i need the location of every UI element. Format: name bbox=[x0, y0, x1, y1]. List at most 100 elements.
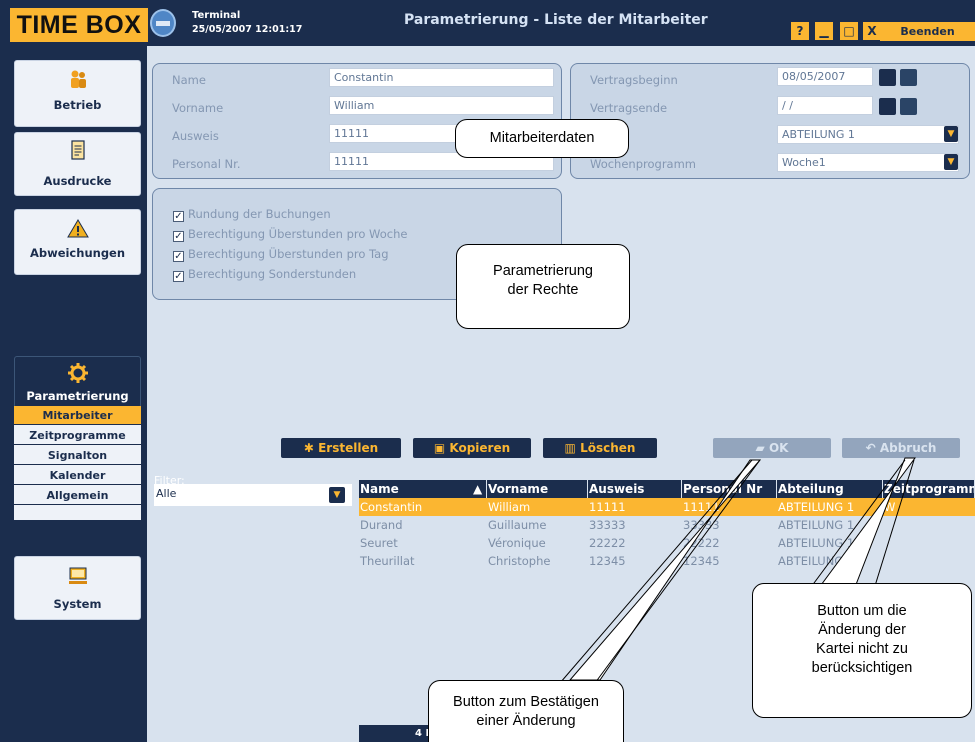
copy-button-label: Kopieren bbox=[449, 441, 511, 455]
cell-personal-nr: 22222 bbox=[683, 536, 720, 550]
callout-cancel-line1: Button um die bbox=[817, 603, 907, 619]
cell-zeitprogramm: W bbox=[884, 500, 896, 514]
vertragsbeginn-field[interactable]: 08/05/2007 bbox=[777, 67, 873, 86]
checkbox[interactable]: ✓ bbox=[173, 231, 184, 242]
name-field[interactable]: Constantin bbox=[329, 68, 554, 87]
edit-icon[interactable] bbox=[900, 69, 917, 86]
column-header-vorname[interactable]: Vorname bbox=[487, 480, 588, 498]
column-header-personal-nr[interactable]: Personal Nr bbox=[682, 480, 777, 498]
page-title: Parametrierung - Liste der Mitarbeiter bbox=[404, 12, 708, 28]
workers-icon bbox=[70, 70, 86, 88]
column-header-zeitprogramm[interactable]: Zeitprogramm bbox=[883, 480, 975, 498]
copy-icon: ▣ bbox=[433, 441, 450, 455]
create-button[interactable]: ✱ Erstellen bbox=[281, 438, 401, 458]
vertragsende-field[interactable]: / / bbox=[777, 96, 873, 115]
subnav-allgemein[interactable]: Allgemein bbox=[14, 486, 141, 505]
column-header-abteilung[interactable]: Abteilung bbox=[777, 480, 883, 498]
nav-betrieb[interactable]: Betrieb bbox=[14, 60, 141, 127]
cell-ausweis: 12345 bbox=[589, 554, 626, 568]
checkbox[interactable]: ✓ bbox=[173, 271, 184, 282]
vertragsbeginn-label: Vertragsbeginn bbox=[590, 73, 678, 87]
cell-vorname: Guillaume bbox=[488, 518, 547, 532]
nav-parametrierung[interactable]: Parametrierung bbox=[14, 356, 141, 408]
chevron-down-icon[interactable]: ▼ bbox=[944, 126, 958, 142]
column-header-ausweis[interactable]: Ausweis bbox=[588, 480, 682, 498]
nav-ausdrucke-label: Ausdrucke bbox=[43, 174, 112, 188]
delete-button[interactable]: ▥ Löschen bbox=[543, 438, 657, 458]
cell-name: Constantin bbox=[360, 500, 423, 514]
minimize-button[interactable]: ▁ bbox=[815, 22, 833, 40]
plus-icon: ✱ bbox=[303, 441, 319, 455]
warning-icon bbox=[66, 219, 89, 238]
subnav-signalton[interactable]: Signalton bbox=[14, 446, 141, 465]
copy-button[interactable]: ▣ Kopieren bbox=[413, 438, 531, 458]
right-rundung[interactable]: ✓ Rundung der Buchungen bbox=[173, 207, 331, 222]
callout-rights-line1: Parametrierung bbox=[493, 263, 593, 279]
calendar-icon[interactable] bbox=[879, 98, 896, 115]
checkbox[interactable]: ✓ bbox=[173, 251, 184, 262]
wochenprogramm-label: Wochenprogramm bbox=[590, 157, 696, 171]
cell-abteilung: ABTEILUNG 1 bbox=[778, 536, 855, 550]
nav-system[interactable]: System bbox=[14, 556, 141, 620]
create-button-label: Erstellen bbox=[318, 441, 379, 455]
subnav-zeitprogramme[interactable]: Zeitprogramme bbox=[14, 426, 141, 445]
maximize-button[interactable]: □ bbox=[840, 22, 858, 40]
cell-personal-nr: 33333 bbox=[683, 518, 720, 532]
callout-confirm-line1: Button zum Bestätigen bbox=[453, 694, 599, 710]
chevron-down-icon[interactable]: ▼ bbox=[329, 487, 345, 503]
quit-button[interactable]: Beenden bbox=[880, 22, 975, 41]
callout-rights-line2: der Rechte bbox=[507, 282, 579, 298]
gear-icon bbox=[67, 363, 88, 383]
sidebar: Betrieb Ausdrucke Abweichungen Parametri… bbox=[0, 46, 147, 742]
cell-ausweis: 11111 bbox=[589, 500, 626, 514]
callout-cancel-line4: berücksichtigen bbox=[811, 660, 913, 676]
edit-icon[interactable] bbox=[900, 98, 917, 115]
right-sonderstunden[interactable]: ✓ Berechtigung Sonderstunden bbox=[173, 267, 356, 282]
chevron-down-icon[interactable]: ▼ bbox=[944, 154, 958, 170]
terminal-datetime: 25/05/2007 12:01:17 bbox=[192, 24, 303, 35]
checkbox[interactable]: ✓ bbox=[173, 211, 184, 222]
right-ueberstunden-tag[interactable]: ✓ Berechtigung Überstunden pro Tag bbox=[173, 247, 389, 262]
filter-select[interactable]: Alle bbox=[154, 484, 352, 506]
subnav-mitarbeiter[interactable]: Mitarbeiter bbox=[14, 406, 141, 425]
computer-icon bbox=[68, 567, 87, 584]
subnav-kalender[interactable]: Kalender bbox=[14, 466, 141, 485]
table-row[interactable]: Seuret Véronique 22222 22222 ABTEILUNG 1 bbox=[359, 534, 975, 552]
table-row[interactable]: Constantin William 11111 11111 ABTEILUNG… bbox=[359, 498, 975, 516]
nav-parametrierung-label: Parametrierung bbox=[26, 389, 129, 403]
help-button[interactable]: ? bbox=[791, 22, 809, 40]
right-rundung-label: Rundung der Buchungen bbox=[188, 207, 331, 221]
nav-system-label: System bbox=[53, 597, 102, 611]
callout-confirm-button: Button zum Bestätigen einer Änderung bbox=[428, 680, 624, 742]
ok-button[interactable]: ▰ OK bbox=[713, 438, 831, 458]
right-sonderstunden-label: Berechtigung Sonderstunden bbox=[188, 267, 357, 281]
ausweis-label: Ausweis bbox=[172, 129, 219, 143]
table-row[interactable]: Durand Guillaume 33333 33333 ABTEILUNG 1 bbox=[359, 516, 975, 534]
parametrierung-submenu: Mitarbeiter Zeitprogramme Signalton Kale… bbox=[14, 406, 141, 520]
title-bar: TIME BOX Terminal 25/05/2007 12:01:17 Pa… bbox=[0, 0, 975, 46]
table-row[interactable]: Theurillat Christophe 12345 12345 ABTEIL… bbox=[359, 552, 975, 570]
nav-ausdrucke[interactable]: Ausdrucke bbox=[14, 132, 141, 196]
right-ueberstunden-woche[interactable]: ✓ Berechtigung Überstunden pro Woche bbox=[173, 227, 407, 242]
terminal-icon bbox=[150, 9, 176, 37]
cell-vorname: William bbox=[488, 500, 531, 514]
close-button[interactable]: X bbox=[863, 22, 881, 40]
cell-personal-nr: 11111 bbox=[683, 500, 720, 514]
document-icon bbox=[70, 140, 85, 160]
abteilung-select[interactable]: ABTEILUNG 1 bbox=[777, 125, 959, 144]
column-header-name[interactable]: Name ▲ bbox=[359, 480, 487, 498]
cell-vorname: Christophe bbox=[488, 554, 551, 568]
cell-name: Seuret bbox=[360, 536, 398, 550]
nav-abweichungen-label: Abweichungen bbox=[29, 246, 126, 260]
wochenprogramm-select[interactable]: Woche1 bbox=[777, 153, 959, 172]
cancel-button-label: Abbruch bbox=[879, 441, 937, 455]
nav-abweichungen[interactable]: Abweichungen bbox=[14, 209, 141, 275]
cell-ausweis: 33333 bbox=[589, 518, 626, 532]
calendar-icon[interactable] bbox=[879, 69, 896, 86]
app-window: TIME BOX Terminal 25/05/2007 12:01:17 Pa… bbox=[0, 0, 975, 742]
cell-abteilung: ABTEILUNG 1 bbox=[778, 500, 855, 514]
vertragsende-label: Vertragsende bbox=[590, 101, 668, 115]
cancel-button[interactable]: ↶ Abbruch bbox=[842, 438, 960, 458]
vorname-field[interactable]: William bbox=[329, 96, 554, 115]
trash-icon: ▥ bbox=[564, 441, 581, 455]
